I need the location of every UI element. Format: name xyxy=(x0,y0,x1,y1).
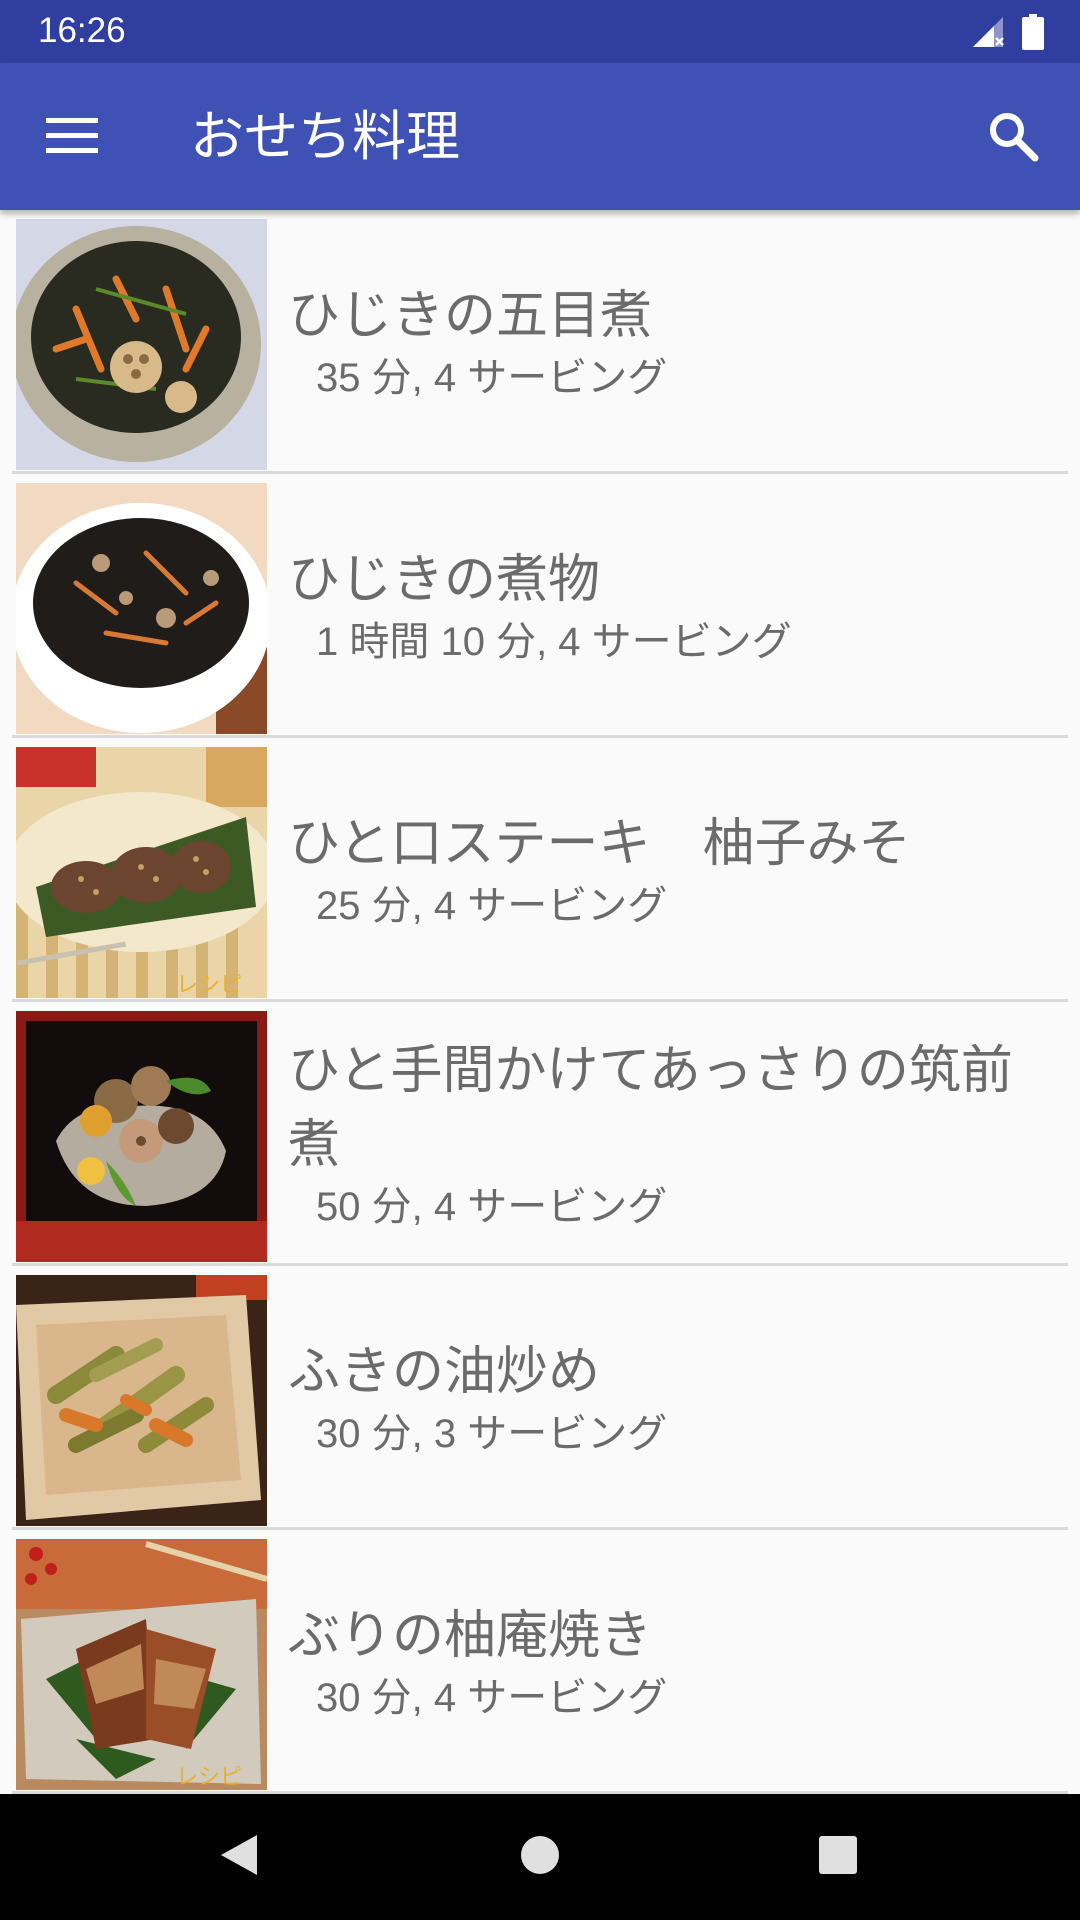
recipe-thumbnail: レシピ xyxy=(16,747,267,998)
recipe-name: ぶりの柚庵焼き xyxy=(288,1605,653,1666)
svg-text:レシピ: レシピ xyxy=(176,973,242,998)
recents-icon xyxy=(816,1833,860,1881)
recipe-list-item[interactable]: ふきの油炒め 30 分, 3 サービング xyxy=(12,1266,1068,1530)
recipe-list[interactable]: ひじきの五目煮 35 分, 4 サービング ひじきの煮物 1 時間 10 分, … xyxy=(0,210,1080,1794)
menu-button[interactable] xyxy=(36,102,108,174)
svg-text:レシピ: レシピ xyxy=(176,1765,242,1790)
recipe-thumbnail xyxy=(16,483,267,734)
status-icons xyxy=(970,12,1044,52)
recipe-text: ひと口ステーキ 柚子みそ 25 分, 4 サービング xyxy=(288,738,1058,999)
status-time: 16:26 xyxy=(38,11,126,50)
hamburger-menu-icon xyxy=(46,116,98,160)
app-bar: おせち料理 xyxy=(0,63,1080,210)
recipe-list-item[interactable]: ひじきの五目煮 35 分, 4 サービング xyxy=(12,210,1068,474)
recipe-text: ひじきの五目煮 35 分, 4 サービング xyxy=(288,210,1058,471)
recipe-meta: 35 分, 4 サービング xyxy=(316,355,668,400)
recipe-name: ひと口ステーキ 柚子みそ xyxy=(288,813,911,874)
battery-icon xyxy=(1022,14,1044,50)
recipe-list-item[interactable]: レシピ ぶりの柚庵焼き 30 分, 4 サービング xyxy=(12,1530,1068,1794)
recipe-text: ぶりの柚庵焼き 30 分, 4 サービング xyxy=(288,1530,1058,1791)
recipe-list-item[interactable]: レシピ ひと口ステーキ 柚子みそ 25 分, 4 サービング xyxy=(12,738,1068,1002)
recipe-thumbnail xyxy=(16,1011,267,1262)
recipe-thumbnail: レシピ xyxy=(16,1539,267,1790)
back-icon xyxy=(217,1831,261,1883)
navigation-bar xyxy=(0,1794,1080,1920)
home-button[interactable] xyxy=(504,1821,576,1893)
recipe-text: ひと手間かけてあっさりの筑前煮 50 分, 4 サービング xyxy=(288,1002,1058,1263)
recipe-meta: 30 分, 3 サービング xyxy=(316,1411,668,1456)
recipe-list-item[interactable]: ひと手間かけてあっさりの筑前煮 50 分, 4 サービング xyxy=(12,1002,1068,1266)
recipe-meta: 50 分, 4 サービング xyxy=(316,1184,668,1229)
back-button[interactable] xyxy=(203,1821,275,1893)
recipe-meta: 30 分, 4 サービング xyxy=(316,1675,668,1720)
recipe-text: ひじきの煮物 1 時間 10 分, 4 サービング xyxy=(288,474,1058,735)
recipe-name: ひじきの煮物 xyxy=(288,549,601,610)
home-icon xyxy=(518,1833,562,1881)
search-button[interactable] xyxy=(976,101,1050,175)
recipe-name: ひじきの五目煮 xyxy=(288,285,653,346)
recipe-thumbnail xyxy=(16,219,267,470)
recipe-name: ひと手間かけてあっさりの筑前煮 xyxy=(288,1040,1013,1175)
recipe-name: ふきの油炒め xyxy=(288,1341,601,1402)
search-icon xyxy=(987,110,1039,166)
recipe-text: ふきの油炒め 30 分, 3 サービング xyxy=(288,1266,1058,1527)
recents-button[interactable] xyxy=(802,1821,874,1893)
recipe-list-item[interactable]: ひじきの煮物 1 時間 10 分, 4 サービング xyxy=(12,474,1068,738)
recipe-meta: 25 分, 4 サービング xyxy=(316,883,668,928)
signal-icon xyxy=(970,14,1006,50)
status-bar: 16:26 xyxy=(0,0,1080,63)
page-title: おせち料理 xyxy=(190,105,460,168)
recipe-thumbnail xyxy=(16,1275,267,1526)
recipe-meta: 1 時間 10 分, 4 サービング xyxy=(316,619,792,664)
